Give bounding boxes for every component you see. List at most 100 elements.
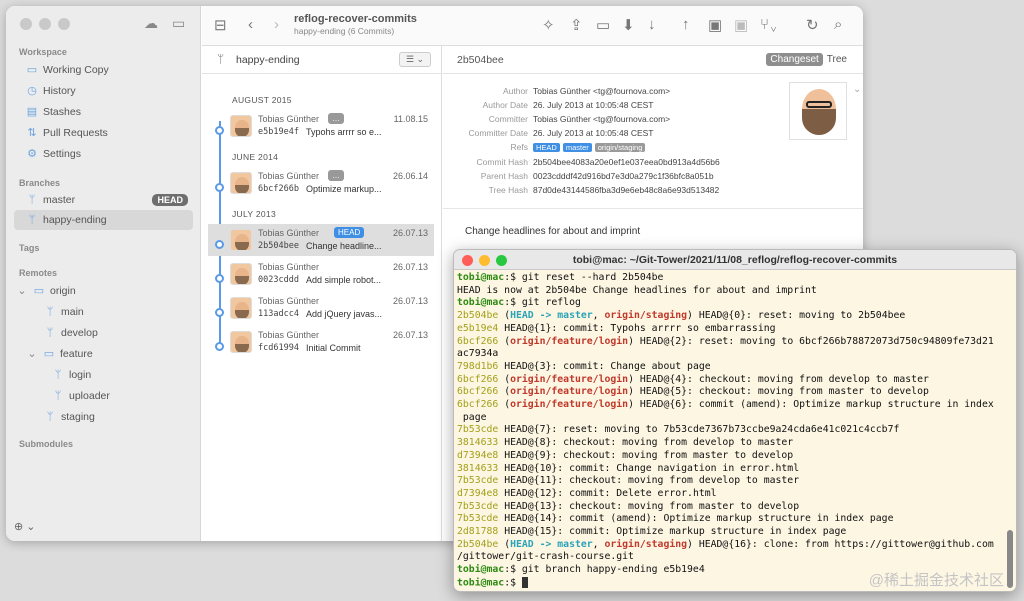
close-button[interactable] — [20, 18, 32, 30]
sidebar-item-label: History — [43, 85, 76, 97]
refresh-icon[interactable]: ↻ — [806, 16, 819, 34]
head-tag: HEAD — [334, 227, 365, 238]
stash-icon[interactable]: ▭ — [596, 16, 610, 34]
minimize-button[interactable] — [39, 18, 51, 30]
current-branch-label: happy-ending — [236, 54, 300, 66]
more-badge: … — [328, 113, 344, 124]
tab-tree[interactable]: Tree — [823, 53, 851, 66]
section-remotes: Remotes — [19, 268, 58, 278]
commit-message: Change headline... — [306, 241, 382, 251]
terminal-title: tobi@mac: ~/Git-Tower/2021/11/08_reflog/… — [572, 254, 898, 266]
sidebar-item-label: Stashes — [43, 106, 81, 118]
month-header: JUNE 2014 — [232, 152, 279, 162]
avatar — [230, 229, 252, 251]
commit-row[interactable]: Tobias Günther … 26.06.14 6bcf266b Optim… — [228, 167, 434, 199]
repo-title: reflog-recover-commits — [294, 13, 417, 25]
sidebar: ☁ ▭ Workspace ▭ Working Copy ◷ History ▤ St… — [6, 6, 201, 541]
avatar — [230, 263, 252, 285]
sidebar-item-develop[interactable]: ᛘ develop — [44, 323, 214, 343]
sidebar-item-label: origin — [50, 285, 76, 297]
commit-row-selected[interactable]: Tobias Günther HEAD 26.07.13 2b504bee Ch… — [208, 224, 434, 256]
terminal-cursor — [521, 576, 528, 588]
back-icon[interactable]: ‹ — [248, 16, 253, 33]
sidebar-item-pull-requests[interactable]: ⇅ Pull Requests — [26, 123, 196, 143]
repo-subtitle: happy-ending (6 Commits) — [294, 26, 395, 36]
commit-date: 26.06.14 — [392, 171, 428, 181]
sidebar-item-login[interactable]: ᛘ login — [52, 365, 222, 385]
avatar — [230, 172, 252, 194]
sidebar-item-working-copy[interactable]: ▭ Working Copy — [26, 60, 196, 80]
merge-icon[interactable]: ⑂⌄ — [760, 16, 778, 33]
ref-origin-staging[interactable]: origin/staging — [594, 143, 646, 152]
magic-wand-icon[interactable]: ✧ — [542, 16, 555, 34]
sidebar-item-history[interactable]: ◷ History — [26, 81, 196, 101]
push-icon[interactable]: ↑ — [682, 16, 690, 33]
commit-message: Optimize markup... — [306, 184, 382, 194]
stash-pop-icon[interactable]: ▣ — [734, 16, 748, 34]
sidebar-item-label: master — [43, 194, 76, 206]
sidebar-toggle-icon[interactable]: ⊟ — [214, 16, 227, 34]
commit-hash: 0023cddd — [258, 275, 299, 285]
add-menu-button[interactable]: ⊕ ⌄ — [14, 520, 36, 533]
commit-hash: 6bcf266b — [258, 184, 299, 194]
commit-hash: fcd61994 — [258, 343, 299, 353]
share-icon[interactable]: ⇪ — [570, 16, 583, 34]
gear-icon: ⚙ — [27, 147, 37, 160]
history-list: ᛘ happy-ending ☰ ⌄ AUGUST 2015 Tobias Gü… — [202, 46, 442, 541]
sidebar-item-master[interactable]: ᛘ master HEAD — [26, 190, 196, 210]
sidebar-item-feature[interactable]: ⌄ ▭ feature — [26, 344, 196, 364]
sidebar-item-origin[interactable]: ⌄ ▭ origin — [16, 281, 186, 301]
graph-node — [215, 308, 224, 317]
sidebar-item-stashes[interactable]: ▤ Stashes — [26, 102, 196, 122]
sidebar-item-happy-ending[interactable]: ᛘ happy-ending — [14, 210, 193, 230]
sidebar-item-label: happy-ending — [43, 214, 107, 226]
commit-row[interactable]: Tobias Günther 26.07.13 fcd61994 Initial… — [228, 326, 434, 358]
toolbar: ⊟ ‹ › reflog-recover-commits happy-endin… — [202, 6, 863, 46]
cloud-icon[interactable]: ☁ — [144, 15, 158, 32]
sidebar-item-label: uploader — [69, 390, 110, 402]
sidebar-item-uploader[interactable]: ᛘ uploader — [52, 386, 222, 406]
commit-message: Add jQuery javas... — [306, 309, 383, 319]
detail-hash: 2b504bee — [457, 54, 504, 66]
section-branches: Branches — [19, 178, 61, 188]
search-icon[interactable]: ⌕ — [834, 16, 842, 33]
remote-folder-icon: ▭ — [33, 284, 45, 297]
commit-row[interactable]: Tobias Günther 26.07.13 0023cddd Add sim… — [228, 258, 434, 290]
section-workspace: Workspace — [19, 47, 67, 57]
sidebar-item-main[interactable]: ᛘ main — [44, 302, 214, 322]
sidebar-item-label: Settings — [43, 148, 81, 160]
commit-row[interactable]: Tobias Günther 26.07.13 113adcc4 Add jQu… — [228, 292, 434, 324]
commit-message: Add simple robot... — [306, 275, 382, 285]
commit-row[interactable]: Tobias Günther … 11.08.15 e5b19e4f Typoh… — [228, 110, 434, 142]
pull-icon[interactable]: ⬇ — [622, 16, 635, 34]
window-controls — [20, 18, 70, 30]
ref-head[interactable]: HEAD — [533, 143, 560, 152]
commit-author: Tobias Günther — [258, 171, 320, 181]
chevron-down-icon[interactable]: ⌄ — [853, 84, 861, 95]
sidebar-item-settings[interactable]: ⚙ Settings — [26, 144, 196, 164]
meta-commit-hash: Commit Hash 2b504bee4083a20e0ef1e037eea0b… — [476, 157, 720, 167]
avatar — [230, 331, 252, 353]
zoom-button[interactable] — [58, 18, 70, 30]
sidebar-item-label: develop — [61, 327, 98, 339]
terminal-output[interactable]: tobi@mac:$ git reset --hard 2b504be HEAD… — [457, 272, 1004, 590]
commit-date: 26.07.13 — [392, 330, 428, 340]
meta-author-date: Author Date 26. July 2013 at 10:05:48 CES… — [482, 100, 654, 110]
stash-save-icon[interactable]: ▣ — [708, 16, 722, 34]
meta-author: Author Tobias Günther <tg@fournova.com> — [502, 86, 671, 96]
ref-master[interactable]: master — [562, 143, 592, 152]
graph-node — [215, 240, 224, 249]
forward-icon[interactable]: › — [274, 16, 279, 33]
section-submodules: Submodules — [19, 439, 74, 449]
commit-hash: e5b19e4f — [258, 127, 299, 137]
view-options-menu[interactable]: ☰ ⌄ — [399, 52, 431, 67]
sidebar-item-label: Pull Requests — [43, 127, 108, 139]
meta-committer-date: Committer Date 26. July 2013 at 10:05:48 … — [468, 128, 654, 138]
scrollbar-thumb[interactable] — [1007, 530, 1013, 588]
terminal-scrollbar[interactable] — [1006, 272, 1014, 589]
tab-changeset[interactable]: Changeset — [766, 53, 823, 66]
branch-icon: ᛘ — [217, 52, 225, 66]
sidebar-item-staging[interactable]: ᛘ staging — [44, 407, 214, 427]
drive-icon[interactable]: ▭ — [172, 15, 185, 32]
fetch-icon[interactable]: ↓ — [648, 16, 656, 33]
